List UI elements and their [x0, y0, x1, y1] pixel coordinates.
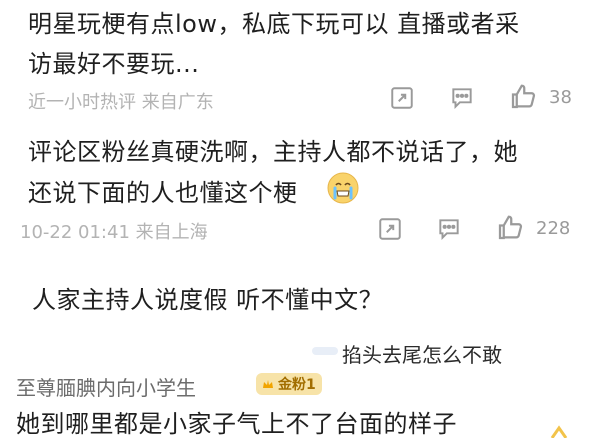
comment-icon[interactable] [436, 216, 462, 242]
comment-4-text-line1: 她到哪里都是小家子气上不了台面的样子 [16, 410, 457, 438]
thumbs-up-icon[interactable] [542, 418, 576, 439]
fan-badge-label: 金粉1 [278, 377, 316, 393]
fan-badge: 金粉1 [256, 373, 322, 395]
comment-3-text-line1: 人家主持人说度假 听不懂中文？ [32, 286, 384, 314]
username[interactable]: 至尊腼腆内向小学生 [16, 372, 196, 401]
comment-1-text-line1: 明星玩梗有点low，私底下玩可以 直播或者采 [28, 10, 520, 38]
crying-emoji-icon [326, 171, 360, 205]
comment-icon[interactable] [449, 85, 475, 111]
comment-2-meta: 10-22 01:41 来自上海 [20, 222, 208, 243]
comment-2-text-line2: 还说下面的人也懂这个梗 [28, 179, 298, 207]
thumbs-up-icon[interactable] [495, 213, 525, 243]
thumbs-up-icon[interactable] [508, 82, 538, 112]
comment-2-like-count: 228 [536, 218, 571, 239]
reply-author: 掐头去尾怎么不敢 [342, 343, 502, 367]
share-icon[interactable] [389, 85, 415, 111]
comment-1-text-line2: 访最好不要玩... [28, 50, 200, 78]
comment-1-meta: 近一小时热评 来自广东 [28, 92, 214, 113]
avatar[interactable] [312, 340, 338, 355]
crown-icon [263, 380, 273, 388]
comment-1-like-count: 38 [549, 87, 572, 108]
comment-2-text-line1: 评论区粉丝真硬洗啊，主持人都不说话了，她 [28, 138, 518, 166]
share-icon[interactable] [377, 216, 403, 242]
